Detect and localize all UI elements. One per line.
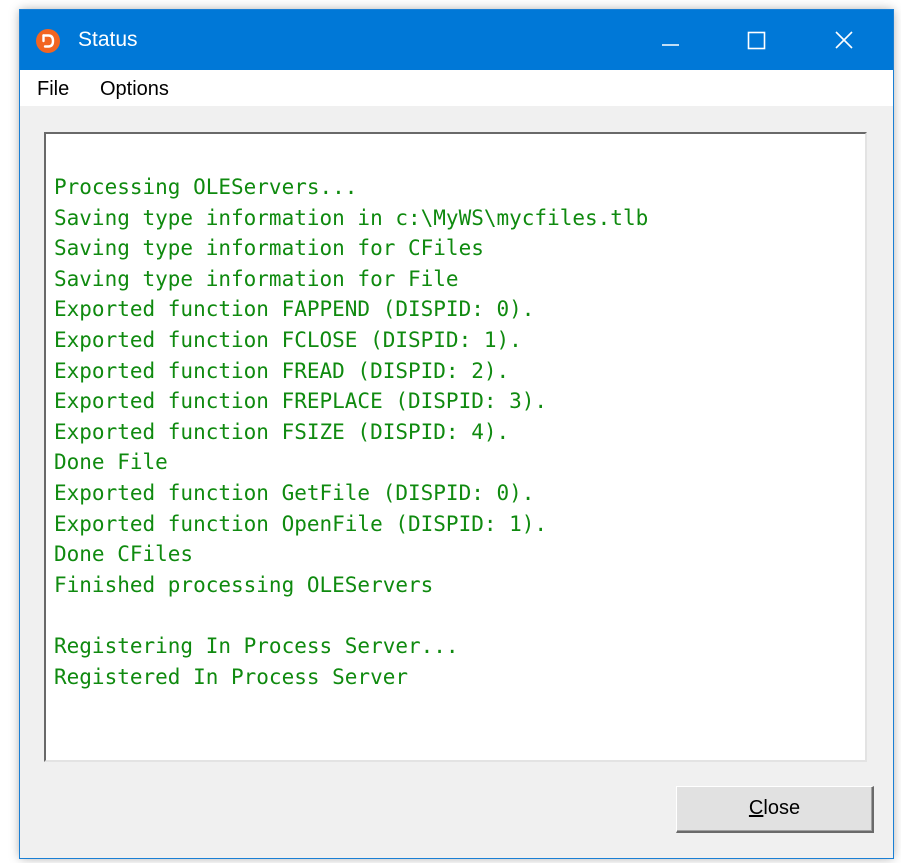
output-line [54,600,648,631]
status-output[interactable]: Processing OLEServers... Saving type inf… [44,132,867,762]
output-line: Registered In Process Server [54,664,409,689]
minimize-icon [662,44,679,46]
output-line: Exported function FSIZE (DISPID: 4). [54,419,510,444]
menu-file[interactable]: File [37,77,69,101]
output-line: Done File [54,450,168,475]
maximize-button[interactable] [727,10,785,70]
output-line: Saving type information in c:\MyWS\mycfi… [54,205,649,230]
menu-bar: File Options [20,70,893,106]
output-line: Saving type information for File [54,266,459,291]
close-window-button[interactable] [815,10,873,70]
close-button-label: lose [763,797,801,819]
output-line: Exported function GetFile (DISPID: 0). [54,480,535,505]
minimize-button[interactable] [639,10,697,70]
output-line: Done CFiles [54,542,194,567]
window-title: Status [78,28,138,51]
output-line: Processing OLEServers... [54,175,358,199]
app-logo-icon[interactable] [36,29,60,53]
output-line: Finished processing OLEServers [54,572,434,597]
menu-options[interactable]: Options [100,77,169,101]
output-lines: Processing OLEServers... Saving type inf… [54,172,648,692]
status-window: Status File Options Processing OLEServer… [19,9,894,859]
output-line: Exported function FREAD (DISPID: 2). [54,358,510,383]
title-bar[interactable]: Status [20,10,893,70]
output-line: Exported function FREPLACE (DISPID: 3). [54,389,548,414]
close-button[interactable]: Close [676,786,874,833]
output-line: Saving type information for CFiles [54,236,484,261]
output-line: Exported function FCLOSE (DISPID: 1). [54,327,522,352]
output-line: Exported function OpenFile (DISPID: 1). [54,511,548,536]
output-line: Registering In Process Server... [54,633,459,658]
maximize-icon [747,31,766,50]
close-button-mnemonic: C [748,797,764,819]
output-line: Exported function FAPPEND (DISPID: 0). [54,297,535,322]
close-icon [835,31,853,49]
